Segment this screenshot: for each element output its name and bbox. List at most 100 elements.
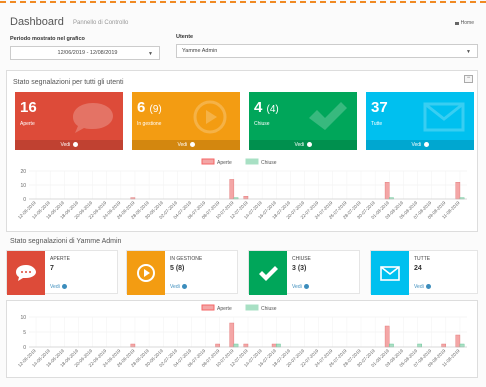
arrow-circle-icon — [182, 284, 188, 290]
arrow-circle-icon — [306, 142, 312, 148]
tile-number: 16 — [20, 99, 37, 116]
tile-label: Tutte — [371, 121, 383, 127]
all-users-title: Stato segnalazioni per tutti gli utenti — [13, 79, 124, 86]
home-icon — [454, 21, 459, 25]
bar-aperte — [384, 182, 390, 200]
tile-number: 37 — [371, 99, 388, 116]
legend-label: Aperte — [217, 306, 232, 312]
bar-aperte — [243, 196, 249, 200]
dashboard-wrapper: Dashboard Pannello di Controllo Home Per… — [6, 8, 478, 378]
collapse-button[interactable]: − — [464, 75, 473, 83]
page-title: Dashboard — [10, 16, 64, 28]
info-box-icon-area — [127, 251, 165, 295]
info-box-link[interactable]: Vedi — [292, 284, 310, 290]
home-label: Home — [460, 20, 474, 26]
info-box-label: IN GESTIONE — [170, 256, 203, 262]
arrow-circle-icon — [189, 142, 195, 148]
legend-swatch — [245, 304, 259, 311]
chat-icon — [16, 265, 36, 281]
info-box-label: TUTTE — [414, 256, 431, 262]
tile-tutte: 37 Tutte Vedi — [366, 92, 474, 150]
bar-chiuse — [417, 343, 422, 348]
bar-chiuse — [233, 343, 239, 348]
y-tick-label: 20 — [20, 169, 26, 175]
top-dashed-border — [0, 1, 486, 3]
user-label: Utente — [176, 34, 194, 40]
tile-label: Chiuse — [254, 121, 270, 127]
tile-aperte: 16 Aperte Vedi — [15, 92, 123, 150]
info-box-icon-area — [371, 251, 409, 295]
all-users-box: Stato segnalazioni per tutti gli utenti … — [6, 70, 478, 232]
legend-swatch — [245, 158, 259, 165]
user-chart-box: Aperte Chiuse 10 5 0 12-06-2019 14-06-2019 16-0… — [6, 300, 478, 378]
user-value: Yamme Admin — [182, 48, 218, 54]
tile-chiuse: 4 (4) Chiuse Vedi — [249, 92, 357, 150]
period-daterange-input[interactable]: 12/06/2019 - 12/08/2019 ▼ — [10, 46, 160, 60]
period-label: Periodo mostrato nel grafico — [10, 36, 85, 42]
y-tick-label: 10 — [20, 315, 26, 321]
period-value: 12/06/2019 - 12/08/2019 — [57, 50, 118, 56]
bar-aperte — [271, 343, 277, 348]
chevron-down-icon: ▼ — [466, 49, 471, 55]
bar-aperte — [455, 182, 461, 200]
check-icon — [309, 102, 347, 130]
info-box-link[interactable]: Vedi — [414, 284, 432, 290]
info-box-link[interactable]: Vedi — [50, 284, 68, 290]
all-users-chart: Aperte Chiuse2010012-06-201914-06-201916-… — [17, 158, 467, 220]
arrow-circle-icon — [426, 284, 432, 290]
info-box-label: APERTE — [50, 256, 70, 262]
chevron-down-icon: ▼ — [148, 51, 153, 57]
legend-label: Chiuse — [261, 160, 277, 166]
filters-bar: Periodo mostrato nel grafico 12/06/2019 … — [6, 32, 478, 70]
arrow-circle-icon — [423, 142, 429, 148]
bar-aperte — [215, 343, 220, 348]
user-chart: Aperte Chiuse105012-06-201914-06-201916-0… — [17, 304, 467, 368]
tile-more-link[interactable]: Vedi — [132, 140, 240, 150]
bar-aperte — [243, 343, 249, 348]
envelope-icon — [380, 266, 400, 281]
home-breadcrumb[interactable]: Home — [454, 20, 474, 26]
info-box-aperte: APERTE 7 Vedi — [6, 250, 118, 295]
info-box-chiuse: CHIUSE 3 (3) Vedi — [248, 250, 360, 295]
tile-label: In gestione — [137, 121, 162, 127]
check-icon — [259, 266, 278, 281]
y-tick-label: 10 — [20, 183, 26, 189]
y-tick-label: 0 — [23, 197, 26, 203]
legend-label: Chiuse — [261, 306, 277, 312]
info-box-icon-area — [7, 251, 45, 295]
arrow-circle-icon — [304, 284, 310, 290]
info-box-in-gestione: IN GESTIONE 5 (8) Vedi — [126, 250, 238, 295]
tile-more-link[interactable]: Vedi — [15, 140, 123, 150]
summary-tiles: 16 Aperte Vedi 6 (9) In gestione Vedi 4 … — [15, 92, 474, 150]
user-info-boxes: APERTE 7 Vedi IN GESTIONE 5 (8) Vedi CHI… — [6, 250, 478, 296]
bar-aperte — [229, 322, 235, 348]
tile-number: 6 (9) — [137, 99, 162, 116]
info-box-value: 24 — [414, 265, 422, 272]
tile-more-link[interactable]: Vedi — [366, 140, 474, 150]
arrow-circle-icon — [62, 284, 68, 290]
play-icon — [137, 264, 155, 282]
envelope-icon — [423, 102, 465, 132]
chat-icon — [73, 103, 113, 133]
tile-more-link[interactable]: Vedi — [249, 140, 357, 150]
tile-label: Aperte — [20, 121, 35, 127]
bar-aperte — [441, 343, 447, 348]
info-box-value: 7 — [50, 265, 54, 272]
user-section-title: Stato segnalazioni di Yamme Admin — [10, 238, 122, 245]
play-icon — [193, 100, 227, 134]
content-header: Dashboard Pannello di Controllo Home — [6, 8, 478, 32]
bar-aperte — [130, 343, 136, 348]
info-box-label: CHIUSE — [292, 256, 311, 262]
legend-swatch — [201, 304, 215, 311]
arrow-circle-icon — [72, 142, 78, 148]
info-box-link[interactable]: Vedi — [170, 284, 188, 290]
bar-aperte — [384, 325, 390, 348]
tile-number: 4 (4) — [254, 99, 279, 116]
user-select[interactable]: Yamme Admin ▼ — [176, 44, 478, 58]
bar-chiuse — [389, 343, 394, 348]
info-box-tutte: TUTTE 24 Vedi — [370, 250, 478, 295]
legend-swatch — [201, 158, 215, 165]
y-tick-label: 0 — [23, 345, 26, 351]
bar-aperte — [229, 179, 235, 200]
bar-chiuse — [276, 343, 281, 348]
